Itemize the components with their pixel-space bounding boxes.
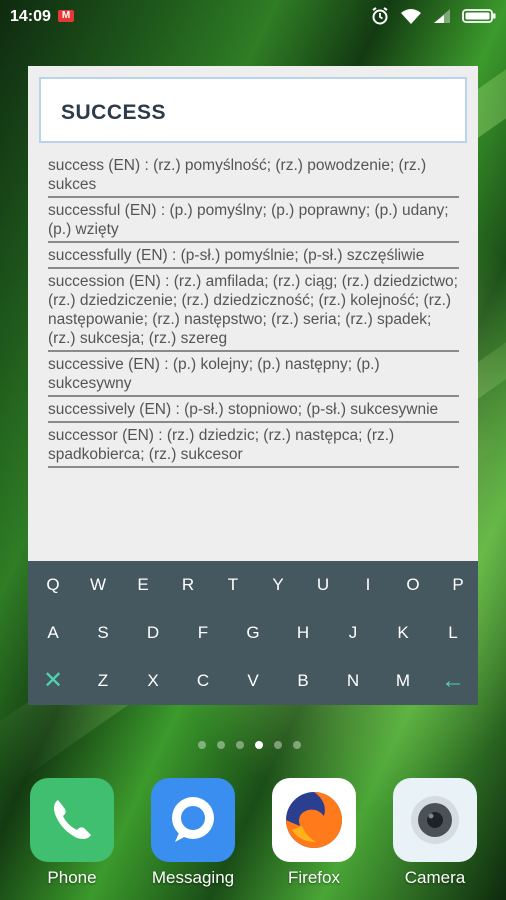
key-r[interactable]: R xyxy=(163,561,213,609)
camera-icon xyxy=(393,778,477,862)
page-dot xyxy=(274,741,282,749)
key-c[interactable]: C xyxy=(178,657,228,705)
results-list: success (EN) : (rz.) pomyślność; (rz.) p… xyxy=(48,156,459,471)
key-g[interactable]: G xyxy=(228,609,278,657)
key-z[interactable]: Z xyxy=(78,657,128,705)
gmail-notification-icon: M xyxy=(58,10,74,22)
app-label: Firefox xyxy=(288,868,340,887)
key-d[interactable]: D xyxy=(128,609,178,657)
key-v[interactable]: V xyxy=(228,657,278,705)
result-item[interactable]: succession (EN) : (rz.) amfilada; (rz.) … xyxy=(48,272,459,352)
backspace-icon[interactable]: ← xyxy=(428,657,478,705)
result-item[interactable]: successful (EN) : (p.) pomyślny; (p.) po… xyxy=(48,201,459,243)
firefox-icon xyxy=(272,778,356,862)
alarm-icon xyxy=(372,7,388,25)
key-u[interactable]: U xyxy=(298,561,348,609)
wifi-icon xyxy=(401,9,421,24)
keyboard-row-3: ✕ Z X C V B N M ← xyxy=(28,657,478,705)
signal-icon xyxy=(434,9,450,23)
key-l[interactable]: L xyxy=(428,609,478,657)
status-bar: 14:09 M xyxy=(0,0,506,34)
key-i[interactable]: I xyxy=(343,561,393,609)
key-x[interactable]: X xyxy=(128,657,178,705)
result-item[interactable]: successor (EN) : (rz.) dziedzic; (rz.) n… xyxy=(48,426,459,468)
key-j[interactable]: J xyxy=(328,609,378,657)
keyboard-row-2: A S D F G H J K L xyxy=(28,609,478,657)
key-k[interactable]: K xyxy=(378,609,428,657)
page-dot xyxy=(293,741,301,749)
dock-app-phone[interactable]: Phone xyxy=(29,778,115,888)
battery-icon xyxy=(462,9,496,23)
key-b[interactable]: B xyxy=(278,657,328,705)
clear-icon[interactable]: ✕ xyxy=(28,657,78,705)
phone-icon xyxy=(30,778,114,862)
key-m[interactable]: M xyxy=(378,657,428,705)
key-o[interactable]: O xyxy=(388,561,438,609)
app-label: Messaging xyxy=(151,868,235,887)
result-item[interactable]: success (EN) : (rz.) pomyślność; (rz.) p… xyxy=(48,156,459,198)
keyboard-row-1: Q W E R T Y U I O P xyxy=(28,561,478,609)
messaging-icon xyxy=(151,778,235,862)
search-value: SUCCESS xyxy=(61,101,167,124)
key-f[interactable]: F xyxy=(178,609,228,657)
search-field[interactable]: SUCCESS xyxy=(39,77,467,143)
key-q[interactable]: Q xyxy=(28,561,78,609)
key-s[interactable]: S xyxy=(78,609,128,657)
page-dot xyxy=(236,741,244,749)
status-icons xyxy=(370,6,496,26)
result-item[interactable]: successively (EN) : (p-sł.) stopniowo; (… xyxy=(48,400,459,423)
key-e[interactable]: E xyxy=(118,561,168,609)
letter-keyboard: Q W E R T Y U I O P A S D F G H J K L ✕ … xyxy=(28,561,478,705)
page-dot xyxy=(198,741,206,749)
status-time: 14:09 xyxy=(10,8,51,25)
key-p[interactable]: P xyxy=(433,561,483,609)
app-label: Phone xyxy=(47,868,97,887)
key-n[interactable]: N xyxy=(328,657,378,705)
dock-app-camera[interactable]: Camera xyxy=(392,778,478,888)
key-h[interactable]: H xyxy=(278,609,328,657)
page-dot-active xyxy=(255,741,263,749)
result-item[interactable]: successfully (EN) : (p-sł.) pomyślnie; (… xyxy=(48,246,459,269)
dock-app-messaging[interactable]: Messaging xyxy=(150,778,236,888)
key-y[interactable]: Y xyxy=(253,561,303,609)
app-label: Camera xyxy=(404,868,466,887)
key-t[interactable]: T xyxy=(208,561,258,609)
dock-app-firefox[interactable]: Firefox xyxy=(271,778,357,888)
key-a[interactable]: A xyxy=(28,609,78,657)
result-item[interactable]: successive (EN) : (p.) kolejny; (p.) nas… xyxy=(48,355,459,397)
dictionary-widget: SUCCESS success (EN) : (rz.) pomyślność;… xyxy=(28,66,478,561)
key-w[interactable]: W xyxy=(73,561,123,609)
page-indicator xyxy=(198,741,301,749)
page-dot xyxy=(217,741,225,749)
